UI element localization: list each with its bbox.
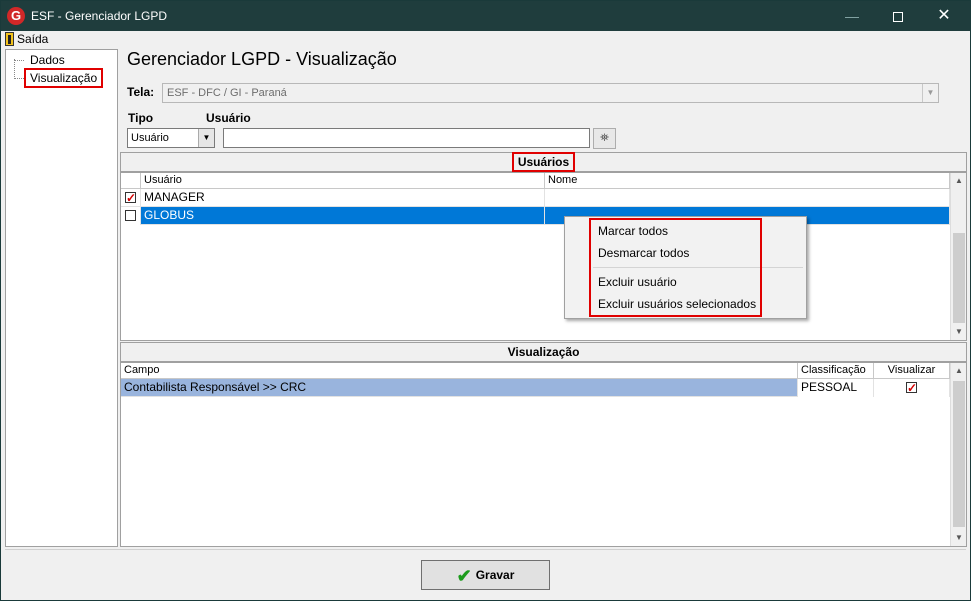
- column-header-usuario[interactable]: Usuário: [141, 173, 545, 189]
- usuario-cell: GLOBUS: [141, 207, 545, 225]
- column-header-campo[interactable]: Campo: [121, 363, 798, 379]
- column-header-classificacao[interactable]: Classificação: [798, 363, 874, 379]
- visualizacao-section-header: Visualização: [120, 342, 967, 362]
- campo-cell: Contabilista Responsável >> CRC: [121, 379, 798, 397]
- column-header-check: [121, 173, 141, 189]
- tipo-select[interactable]: Usuário ▼: [127, 128, 215, 148]
- scroll-up-icon[interactable]: ▲: [951, 173, 966, 189]
- visualizacao-grid-header: Campo Classificação Visualizar: [121, 363, 950, 379]
- save-button[interactable]: ✔ Gravar: [421, 560, 550, 590]
- scroll-thumb[interactable]: [953, 233, 965, 323]
- tipo-value: Usuário: [131, 132, 169, 144]
- usuarios-section-header: Usuários: [120, 152, 967, 172]
- scroll-down-icon[interactable]: ▼: [951, 324, 966, 340]
- chevron-down-icon[interactable]: ▼: [922, 84, 938, 102]
- window-title: ESF - Gerenciador LGPD: [31, 9, 168, 23]
- row-check-cell[interactable]: [121, 189, 141, 207]
- binoculars-icon: ⛯: [600, 132, 609, 144]
- table-row[interactable]: GLOBUS: [121, 207, 950, 225]
- context-menu: Marcar todos Desmarcar todos Excluir usu…: [564, 216, 807, 319]
- column-header-visualizar[interactable]: Visualizar: [874, 363, 950, 379]
- menu-item-exit-label: Saída: [17, 32, 49, 46]
- usuarios-grid: Usuário Nome MANAGER GLOBUS ▲ ▼: [120, 172, 967, 341]
- tree-item-dados[interactable]: Dados: [28, 53, 67, 67]
- checkmark-icon: ✔: [456, 565, 472, 586]
- visualizacao-scrollbar[interactable]: ▲ ▼: [950, 363, 966, 546]
- menu-bar: Saída: [1, 31, 970, 47]
- tree-connector: [14, 60, 24, 61]
- search-button[interactable]: ⛯: [593, 128, 616, 149]
- maximize-button[interactable]: [875, 1, 921, 31]
- usuarios-grid-header: Usuário Nome: [121, 173, 950, 189]
- visualizacao-grid: Campo Classificação Visualizar Contabili…: [120, 362, 967, 547]
- checkbox-unchecked[interactable]: [125, 210, 136, 222]
- chevron-down-icon[interactable]: ▼: [198, 129, 214, 147]
- door-exit-icon: [5, 32, 14, 46]
- navigation-tree: Dados Visualização: [5, 49, 118, 547]
- scroll-down-icon[interactable]: ▼: [951, 530, 966, 546]
- annotation-highlight: [589, 218, 762, 317]
- tree-item-visualizacao[interactable]: Visualização: [24, 68, 104, 88]
- usuarios-scrollbar[interactable]: ▲ ▼: [950, 173, 966, 340]
- usuario-cell: MANAGER: [141, 189, 545, 207]
- usuario-label: Usuário: [206, 111, 251, 125]
- menu-item-exit[interactable]: Saída: [5, 31, 48, 47]
- checkbox-checked[interactable]: [906, 380, 917, 397]
- tela-label: Tela:: [127, 85, 155, 99]
- column-header-nome[interactable]: Nome: [545, 173, 950, 189]
- scroll-thumb[interactable]: [953, 381, 965, 527]
- tipo-label: Tipo: [128, 111, 154, 125]
- app-logo-icon: G: [7, 7, 25, 25]
- visualizacao-section-title: Visualização: [507, 345, 580, 359]
- tree-connector: [14, 59, 15, 79]
- save-button-label: Gravar: [475, 568, 515, 582]
- row-check-cell[interactable]: [121, 207, 141, 225]
- checkbox-checked[interactable]: [125, 190, 136, 207]
- tree-connector: [14, 78, 24, 79]
- maximize-icon: [893, 12, 903, 23]
- table-row[interactable]: Contabilista Responsável >> CRC PESSOAL: [121, 379, 950, 397]
- usuarios-section-title: Usuários: [511, 152, 576, 172]
- app-window: G ESF - Gerenciador LGPD — ✕ Saída Dados…: [0, 0, 971, 601]
- classificacao-cell[interactable]: PESSOAL: [798, 379, 874, 397]
- nome-cell: [545, 189, 950, 207]
- minimize-button[interactable]: —: [829, 1, 875, 31]
- scroll-up-icon[interactable]: ▲: [951, 363, 966, 379]
- title-bar: G ESF - Gerenciador LGPD — ✕: [1, 1, 970, 31]
- close-button[interactable]: ✕: [921, 1, 967, 31]
- usuario-input[interactable]: [223, 128, 590, 148]
- tela-value: ESF - DFC / GI - Paraná: [167, 87, 287, 99]
- tela-select[interactable]: ESF - DFC / GI - Paraná ▼: [162, 83, 939, 103]
- page-title: Gerenciador LGPD - Visualização: [127, 49, 397, 69]
- table-row[interactable]: MANAGER: [121, 189, 950, 207]
- visualizar-cell[interactable]: [874, 379, 950, 397]
